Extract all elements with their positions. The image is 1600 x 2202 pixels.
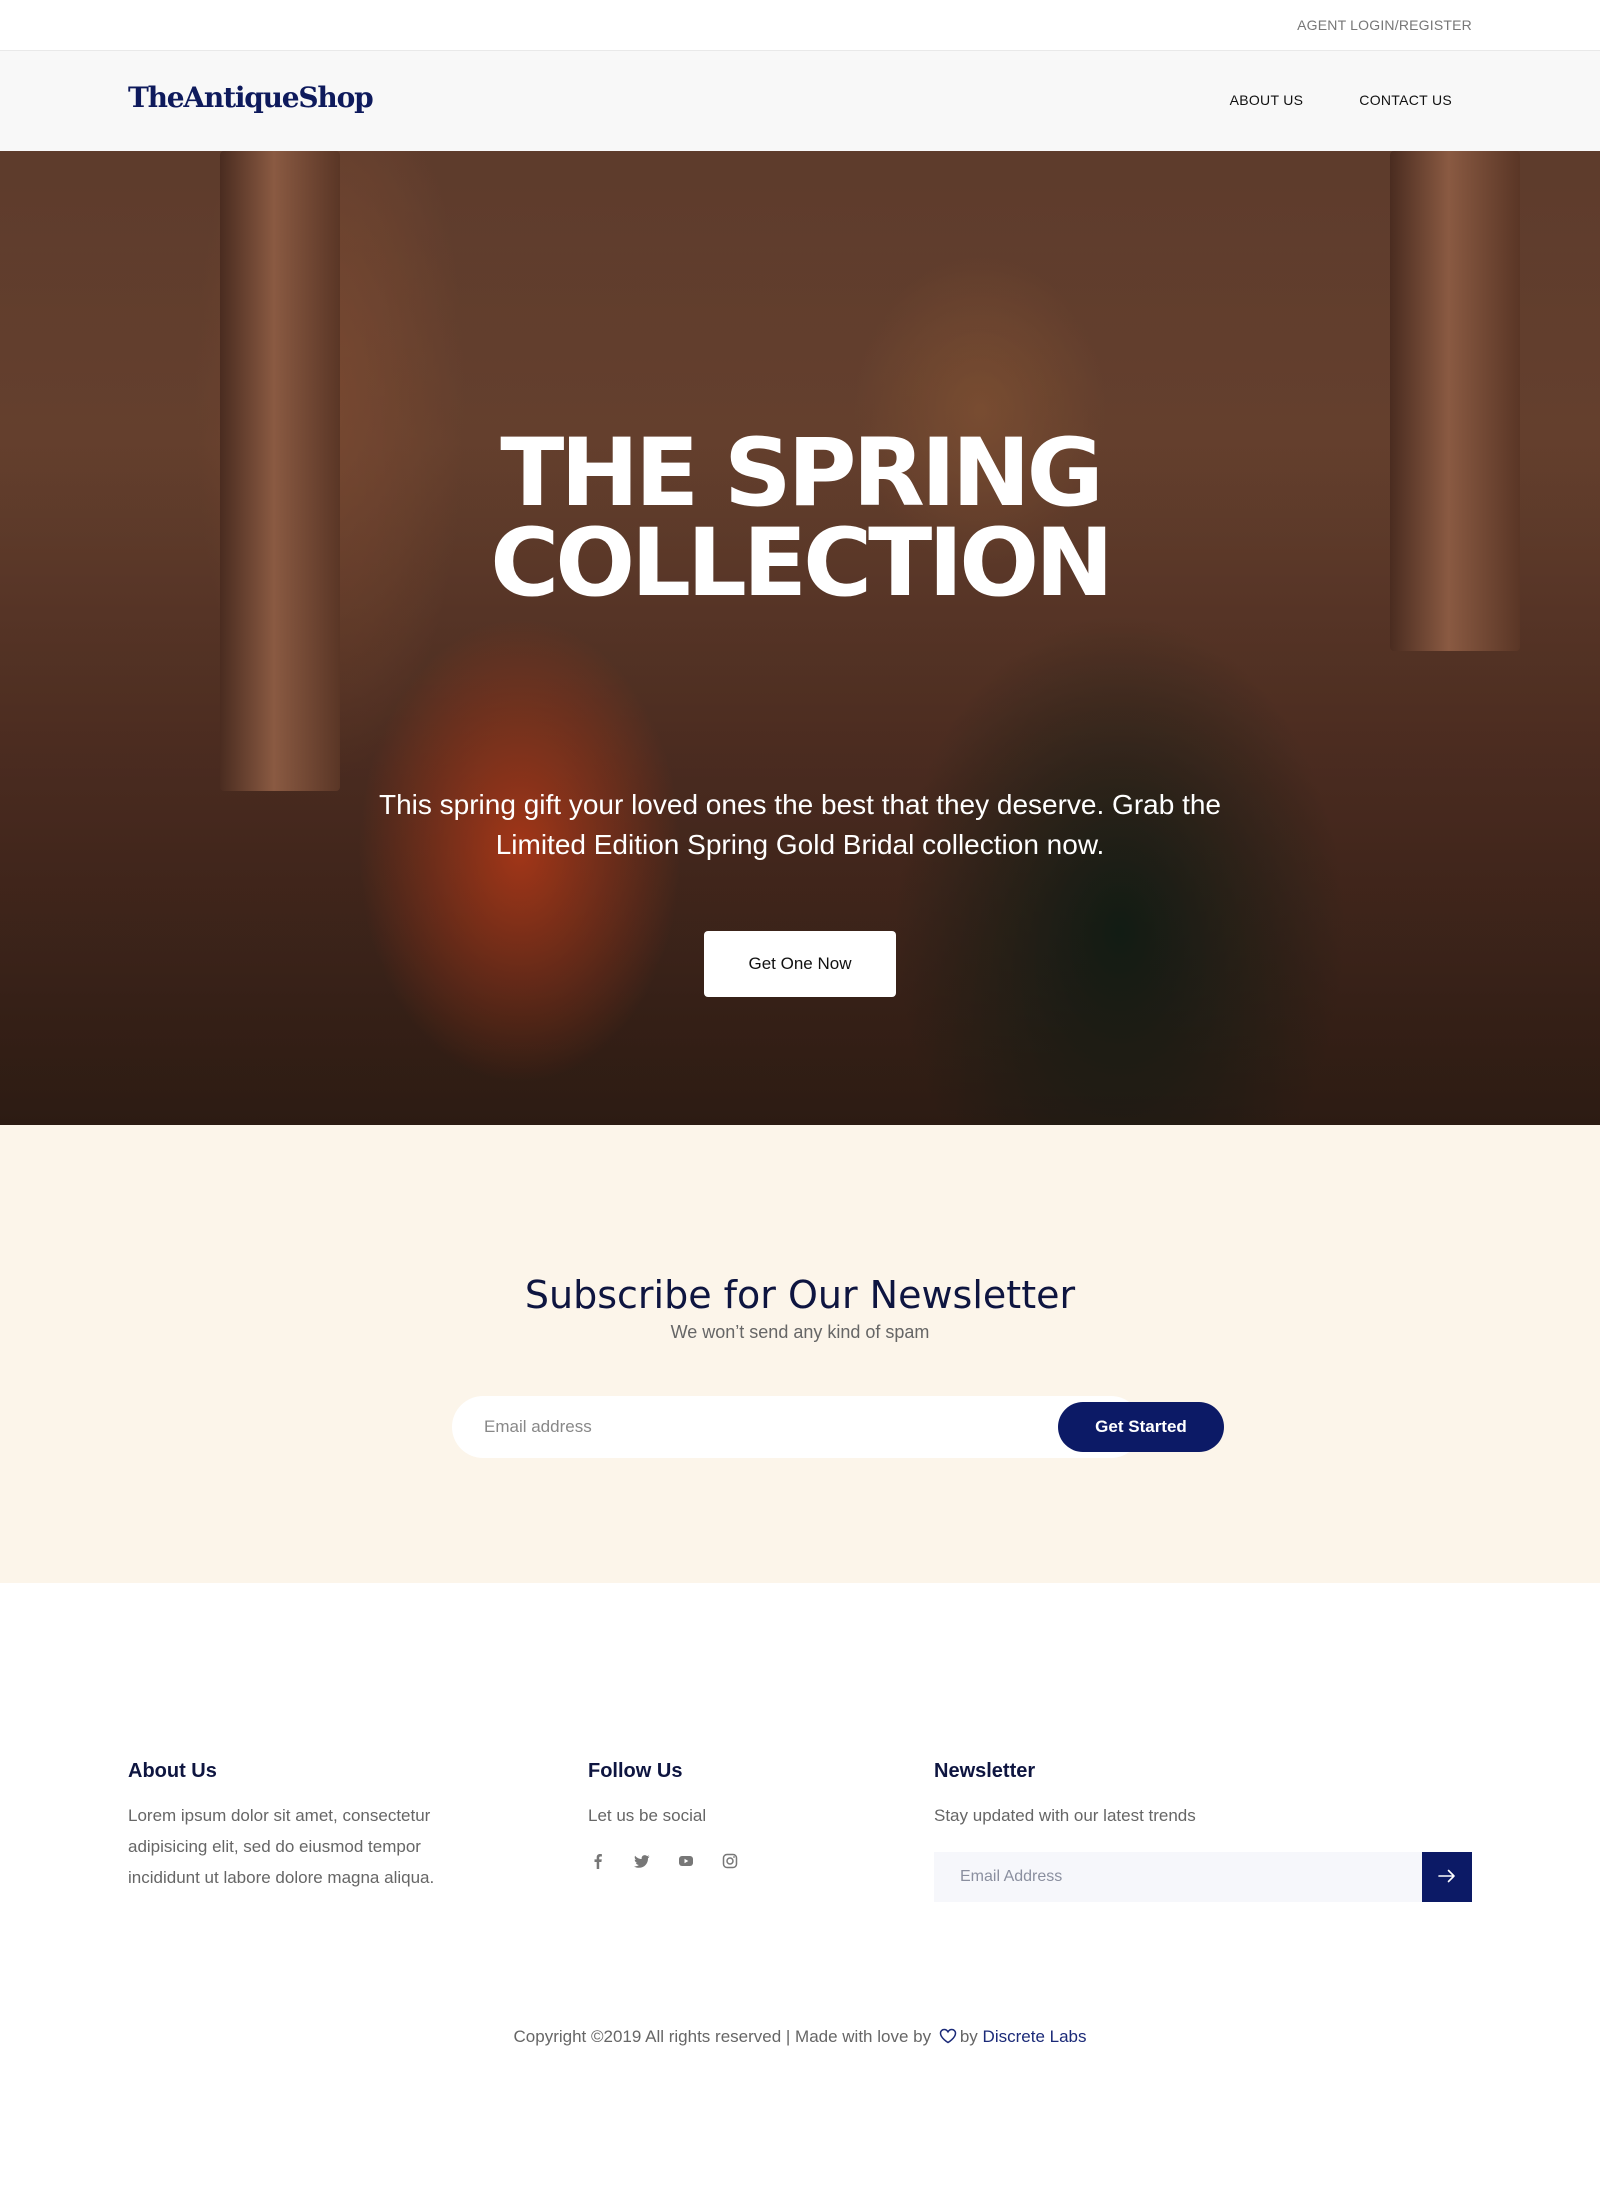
footer-subscribe-button[interactable] — [1422, 1852, 1472, 1902]
footer-follow-heading: Follow Us — [588, 1760, 683, 1782]
footer-about-heading: About Us — [128, 1760, 217, 1782]
top-utility-bar: AGENT LOGIN/REGISTER — [0, 0, 1600, 51]
social-links — [588, 1853, 848, 1873]
nav-contact-us[interactable]: CONTACT US — [1359, 92, 1452, 108]
hero-title: THE SPRING COLLECTION — [0, 427, 1600, 611]
heart-icon — [939, 2028, 957, 2049]
copyright-by: by — [959, 2027, 978, 2046]
youtube-icon[interactable] — [676, 1853, 696, 1873]
hero-title-line-2: COLLECTION — [490, 509, 1114, 618]
nav-about-us[interactable]: ABOUT US — [1230, 92, 1304, 108]
twitter-icon[interactable] — [632, 1853, 652, 1873]
site-footer: About Us Lorem ipsum dolor sit amet, con… — [0, 1583, 1600, 2202]
arrow-right-icon — [1438, 1869, 1456, 1886]
footer-newsletter-heading: Newsletter — [934, 1760, 1036, 1782]
footer-follow-text: Let us be social — [588, 1806, 707, 1825]
newsletter-heading: Subscribe for Our Newsletter — [524, 1273, 1076, 1317]
footer-newsletter-column: Newsletter Stay updated with our latest … — [934, 1760, 1472, 1902]
footer-about-column: About Us Lorem ipsum dolor sit amet, con… — [128, 1760, 458, 1893]
newsletter-email-input[interactable] — [452, 1396, 1142, 1458]
footer-newsletter-text: Stay updated with our latest trends — [934, 1806, 1196, 1825]
copyright-line: Copyright ©2019 All rights reserved | Ma… — [0, 2027, 1600, 2049]
get-one-now-button[interactable]: Get One Now — [704, 931, 896, 997]
footer-newsletter-form — [934, 1852, 1472, 1902]
instagram-icon[interactable] — [720, 1853, 740, 1873]
hero-subtitle: This spring gift your loved ones the bes… — [378, 789, 1222, 860]
footer-about-text: Lorem ipsum dolor sit amet, consectetur … — [128, 1806, 435, 1887]
newsletter-form: Get Started — [452, 1396, 1224, 1458]
footer-follow-column: Follow Us Let us be social — [588, 1760, 848, 1873]
newsletter-subtext: We won’t send any kind of spam — [670, 1322, 930, 1342]
discrete-labs-link[interactable]: Discrete Labs — [983, 2027, 1087, 2046]
newsletter-section: Subscribe for Our Newsletter We won’t se… — [0, 1125, 1600, 1583]
copyright-text: Copyright ©2019 All rights reserved | Ma… — [513, 2027, 932, 2046]
footer-email-input[interactable] — [934, 1852, 1422, 1902]
site-logo[interactable]: TheAntiqueShop — [128, 81, 374, 114]
main-nav: ABOUT US CONTACT US — [1230, 92, 1452, 108]
site-header: TheAntiqueShop ABOUT US CONTACT US — [0, 51, 1600, 151]
facebook-icon[interactable] — [588, 1853, 608, 1873]
agent-login-link[interactable]: AGENT LOGIN/REGISTER — [1297, 17, 1472, 33]
get-started-button[interactable]: Get Started — [1058, 1402, 1224, 1452]
hero-banner: THE SPRING COLLECTION This spring gift y… — [0, 151, 1600, 1125]
